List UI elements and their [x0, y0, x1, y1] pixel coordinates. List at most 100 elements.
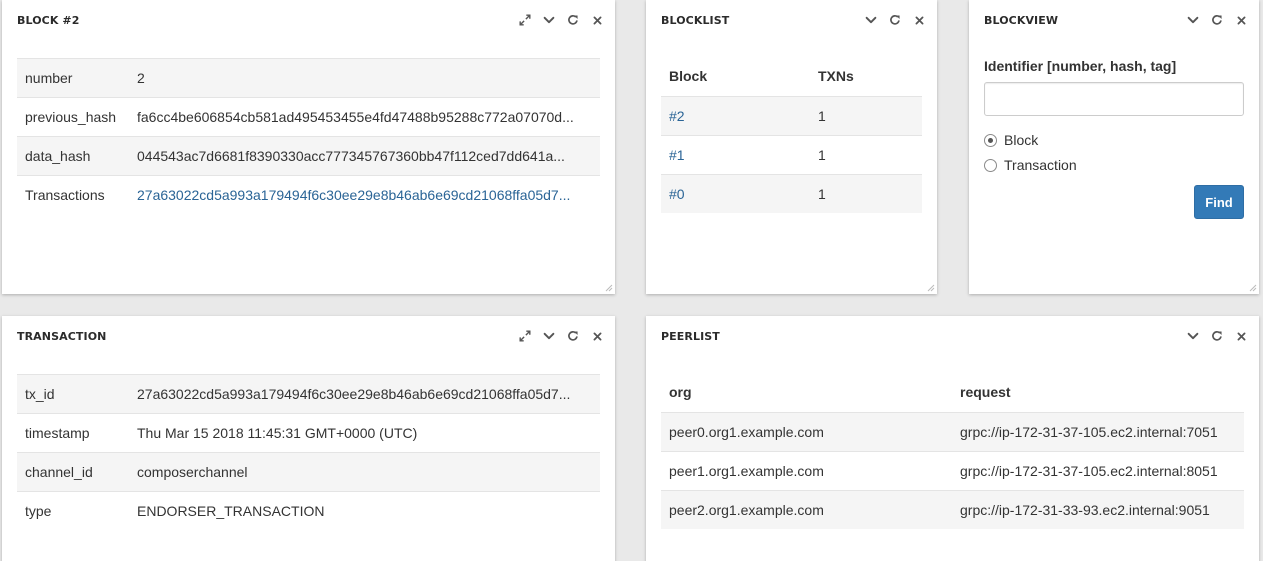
blocklist-panel-header[interactable]: BLOCKLIST [646, 0, 937, 40]
chevron-down-icon[interactable] [541, 328, 557, 344]
transaction-row-tx-id: tx_id 27a63022cd5a993a179494f6c30ee29e8b… [17, 374, 600, 413]
radio-option-block[interactable]: Block [984, 132, 1038, 148]
blockview-panel-tools [1185, 12, 1249, 28]
identifier-label: Identifier [number, hash, tag] [984, 58, 1177, 74]
blockview-panel: BLOCKVIEW Identifier [number, hash, tag]… [969, 0, 1259, 294]
field-value: 2 [137, 70, 145, 86]
close-icon[interactable] [1233, 12, 1249, 28]
blocklist-panel-tools [863, 12, 927, 28]
peer-request: grpc://ip-172-31-33-93.ec2.internal:9051 [960, 502, 1210, 518]
radio-button[interactable] [984, 158, 997, 172]
field-key: tx_id [25, 386, 55, 402]
peer-request: grpc://ip-172-31-37-105.ec2.internal:805… [960, 463, 1218, 479]
block-link[interactable]: #1 [661, 147, 810, 163]
block-row-data-hash: data_hash 044543ac7d6681f8390330acc77734… [17, 136, 600, 175]
blocklist-row: #1 1 [661, 135, 922, 174]
peer-org: peer1.org1.example.com [669, 463, 824, 479]
chevron-down-icon[interactable] [1185, 328, 1201, 344]
peerlist-row: peer1.org1.example.com grpc://ip-172-31-… [661, 451, 1244, 490]
field-key: previous_hash [25, 109, 117, 125]
peerlist-panel-title: PEERLIST [661, 329, 720, 343]
peerlist-panel-tools [1185, 328, 1249, 344]
field-key: type [25, 503, 52, 519]
field-value: 044543ac7d6681f8390330acc777345767360bb4… [137, 148, 565, 164]
blocklist-header-row: Block TXNs [661, 56, 922, 96]
expand-icon[interactable] [517, 12, 533, 28]
blocklist-row: #2 1 [661, 96, 922, 135]
column-header-org: org [669, 384, 692, 400]
identifier-input[interactable] [984, 82, 1244, 116]
blockview-panel-header[interactable]: BLOCKVIEW [969, 0, 1259, 40]
chevron-down-icon[interactable] [1185, 12, 1201, 28]
transaction-panel: TRANSACTION tx_id 27a63022cd5a993a179494… [2, 316, 615, 561]
radio-option-transaction[interactable]: Transaction [984, 157, 1077, 173]
field-key: number [25, 70, 73, 86]
block-row-transactions: Transactions 27a63022cd5a993a179494f6c30… [17, 175, 600, 214]
field-key: data_hash [25, 148, 91, 164]
transaction-row-timestamp: timestamp Thu Mar 15 2018 11:45:31 GMT+0… [17, 413, 600, 452]
field-value: Thu Mar 15 2018 11:45:31 GMT+0000 (UTC) [137, 425, 418, 441]
radio-label: Transaction [1004, 157, 1077, 173]
blocklist-row: #0 1 [661, 174, 922, 213]
peerlist-panel-header[interactable]: PEERLIST [646, 316, 1259, 356]
chevron-down-icon[interactable] [541, 12, 557, 28]
txn-count: 1 [818, 108, 826, 124]
field-value: ENDORSER_TRANSACTION [137, 503, 325, 519]
close-icon[interactable] [1233, 328, 1249, 344]
peerlist-table: org request peer0.org1.example.com grpc:… [661, 372, 1244, 529]
blockview-panel-title: BLOCKVIEW [984, 13, 1059, 27]
peerlist-panel: PEERLIST org request peer0.org1.example.… [646, 316, 1259, 561]
txn-count: 1 [818, 186, 826, 202]
field-key: channel_id [25, 464, 93, 480]
blocklist-panel-title: BLOCKLIST [661, 13, 730, 27]
refresh-icon[interactable] [887, 12, 903, 28]
blocklist-panel: BLOCKLIST Block TXNs #2 1 #1 1 #0 1 [646, 0, 937, 294]
block-panel-title: BLOCK #2 [17, 13, 80, 27]
block-panel-header[interactable]: BLOCK #2 [2, 0, 615, 40]
block-panel-tools [517, 12, 605, 28]
transaction-details-table: tx_id 27a63022cd5a993a179494f6c30ee29e8b… [17, 374, 600, 530]
field-value: composerchannel [137, 464, 248, 480]
column-header-request: request [960, 384, 1011, 400]
block-row-previous-hash: previous_hash fa6cc4be606854cb581ad49545… [17, 97, 600, 136]
resize-grip-icon[interactable] [605, 284, 613, 292]
peer-org: peer0.org1.example.com [669, 424, 824, 440]
block-row-number: number 2 [17, 58, 600, 97]
txn-count: 1 [818, 147, 826, 163]
transaction-panel-tools [517, 328, 605, 344]
block-panel: BLOCK #2 number 2 previous_hash fa6cc4be… [2, 0, 615, 294]
column-header-block: Block [669, 68, 708, 84]
close-icon[interactable] [589, 12, 605, 28]
refresh-icon[interactable] [565, 328, 581, 344]
blocklist-table: Block TXNs #2 1 #1 1 #0 1 [661, 56, 922, 213]
block-link[interactable]: #2 [661, 108, 810, 124]
transaction-panel-title: TRANSACTION [17, 329, 107, 343]
radio-label: Block [1004, 132, 1039, 148]
close-icon[interactable] [911, 12, 927, 28]
refresh-icon[interactable] [565, 12, 581, 28]
field-value: 27a63022cd5a993a179494f6c30ee29e8b46ab6e… [137, 386, 571, 402]
transaction-row-type: type ENDORSER_TRANSACTION [17, 491, 600, 530]
find-button[interactable]: Find [1194, 185, 1244, 219]
transaction-panel-header[interactable]: TRANSACTION [2, 316, 615, 356]
field-value: fa6cc4be606854cb581ad495453455e4fd47488b… [137, 109, 574, 125]
chevron-down-icon[interactable] [863, 12, 879, 28]
peer-org: peer2.org1.example.com [669, 502, 824, 518]
close-icon[interactable] [589, 328, 605, 344]
radio-button-checked[interactable] [984, 133, 997, 147]
resize-grip-icon[interactable] [1249, 284, 1257, 292]
resize-grip-icon[interactable] [927, 284, 935, 292]
peerlist-row: peer2.org1.example.com grpc://ip-172-31-… [661, 490, 1244, 529]
transaction-row-channel-id: channel_id composerchannel [17, 452, 600, 491]
refresh-icon[interactable] [1209, 12, 1225, 28]
transaction-link[interactable]: 27a63022cd5a993a179494f6c30ee29e8b46ab6e… [137, 187, 600, 203]
column-header-txns: TXNs [818, 68, 854, 84]
peerlist-row: peer0.org1.example.com grpc://ip-172-31-… [661, 412, 1244, 451]
expand-icon[interactable] [517, 328, 533, 344]
field-key: Transactions [25, 187, 105, 203]
peerlist-header-row: org request [661, 372, 1244, 412]
refresh-icon[interactable] [1209, 328, 1225, 344]
block-link[interactable]: #0 [661, 186, 810, 202]
block-details-table: number 2 previous_hash fa6cc4be606854cb5… [17, 58, 600, 214]
peer-request: grpc://ip-172-31-37-105.ec2.internal:705… [960, 424, 1218, 440]
